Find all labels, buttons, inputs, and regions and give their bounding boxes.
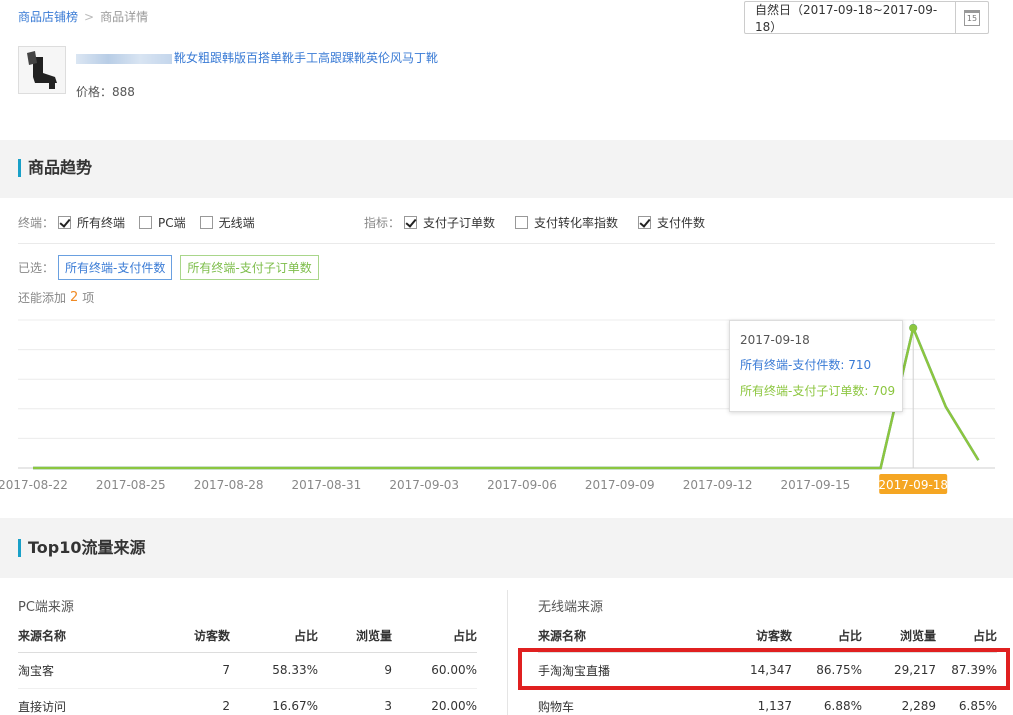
checkbox-label: 支付转化率指数 bbox=[534, 216, 619, 230]
divider bbox=[18, 243, 995, 244]
x-tick-label: 2017-09-18 bbox=[878, 478, 948, 492]
selected-label: 已选： bbox=[18, 261, 55, 275]
breadcrumb-separator: > bbox=[84, 10, 95, 24]
x-tick-label: 2017-08-31 bbox=[292, 478, 362, 492]
checkbox-all-terminals[interactable]: 所有终端 bbox=[58, 214, 125, 231]
cell-visitors: 1,137 bbox=[658, 688, 792, 715]
metric-label: 指标： bbox=[364, 216, 401, 230]
mobile-source-title: 无线端来源 bbox=[538, 600, 604, 615]
terminal-label: 终端： bbox=[18, 216, 55, 230]
hint-prefix: 还能添加 bbox=[18, 291, 67, 305]
breadcrumb-link-shop-rank[interactable]: 商品店铺榜 bbox=[18, 10, 78, 24]
tooltip-series-2: 所有终端-支付子订单数: 709 bbox=[740, 384, 896, 398]
checkbox-icon bbox=[404, 216, 418, 229]
cell-pageviews: 9 bbox=[318, 652, 392, 689]
cell-share: 16.67% bbox=[230, 688, 318, 715]
product-price: 价格：888 bbox=[76, 83, 135, 100]
breadcrumb: 商品店铺榜 > 商品详情 bbox=[18, 8, 148, 25]
checkbox-label: 无线端 bbox=[218, 216, 255, 230]
cell-visitors: 2 bbox=[138, 688, 230, 715]
product-thumbnail[interactable] bbox=[18, 46, 66, 94]
checkbox-icon bbox=[58, 216, 72, 229]
cell-share: 6.85% bbox=[936, 688, 997, 715]
checkbox-icon bbox=[515, 216, 529, 229]
trend-section-header: 商品趋势 bbox=[0, 140, 1013, 198]
metric-filter: 指标： 支付子订单数 支付转化率指数 支付件数 bbox=[364, 214, 719, 231]
boot-icon bbox=[19, 47, 65, 93]
x-tick-label: 2017-08-25 bbox=[96, 478, 166, 492]
col-visitors[interactable]: 访客数 bbox=[138, 620, 230, 653]
price-label: 价格： bbox=[76, 85, 113, 99]
cell-pageviews: 3 bbox=[318, 688, 392, 715]
checkbox-conversion-index[interactable]: 支付转化率指数 bbox=[515, 214, 618, 231]
price-value: 888 bbox=[112, 85, 135, 99]
col-pageviews[interactable]: 浏览量 bbox=[318, 620, 392, 653]
top10-section-header: Top10流量来源 bbox=[0, 518, 1013, 578]
x-tick-label: 2017-09-15 bbox=[781, 478, 851, 492]
tooltip-date: 2017-09-18 bbox=[740, 333, 810, 347]
col-visitor-share[interactable]: 占比 bbox=[230, 620, 318, 653]
checkbox-label: 所有终端 bbox=[77, 216, 126, 230]
checkbox-label: 支付件数 bbox=[657, 216, 706, 230]
product-title-link[interactable]: 靴女粗跟韩版百搭单靴手工高跟踝靴英伦风马丁靴 bbox=[76, 49, 476, 66]
checkbox-paid-items[interactable]: 支付件数 bbox=[638, 214, 705, 231]
x-tick-label: 2017-09-06 bbox=[487, 478, 557, 492]
cell-source: 直接访问 bbox=[18, 688, 138, 715]
cell-visitors: 7 bbox=[138, 652, 230, 689]
x-tick-label: 2017-09-12 bbox=[683, 478, 753, 492]
checkbox-label: PC端 bbox=[158, 216, 186, 230]
pc-source-table: 来源名称 访客数 占比 浏览量 占比 淘宝客 7 58.33% 9 60.00%… bbox=[18, 620, 477, 715]
cell-source: 购物车 bbox=[538, 688, 658, 715]
selected-tag-paid-items[interactable]: 所有终端-支付件数 bbox=[58, 255, 173, 280]
checkbox-wireless[interactable]: 无线端 bbox=[199, 214, 255, 231]
table-row[interactable]: 直接访问 2 16.67% 3 20.00% bbox=[18, 688, 477, 715]
series-point-2 bbox=[909, 324, 918, 333]
column-divider bbox=[507, 590, 508, 715]
x-tick-label: 2017-08-22 bbox=[0, 478, 68, 492]
cell-share: 6.88% bbox=[792, 688, 862, 715]
checkbox-pc[interactable]: PC端 bbox=[139, 214, 186, 231]
section-title: 商品趋势 bbox=[18, 159, 92, 177]
cell-share: 20.00% bbox=[392, 688, 477, 715]
hint-suffix: 项 bbox=[82, 291, 95, 305]
hint-count: 2 bbox=[70, 290, 79, 305]
red-highlight-box bbox=[518, 648, 1010, 690]
calendar-button[interactable]: 15 bbox=[955, 2, 988, 33]
checkbox-label: 支付子订单数 bbox=[423, 216, 496, 230]
add-more-hint: 还能添加 2 项 bbox=[18, 289, 94, 306]
cell-share: 60.00% bbox=[392, 652, 477, 689]
checkbox-icon bbox=[638, 216, 652, 229]
breadcrumb-current: 商品详情 bbox=[100, 10, 149, 24]
checkbox-icon bbox=[199, 216, 213, 229]
checkbox-paid-suborders[interactable]: 支付子订单数 bbox=[404, 214, 495, 231]
table-row[interactable]: 购物车 1,137 6.88% 2,289 6.85% bbox=[538, 688, 997, 715]
x-tick-label: 2017-08-28 bbox=[194, 478, 264, 492]
product-title: 靴女粗跟韩版百搭单靴手工高跟踝靴英伦风马丁靴 bbox=[174, 51, 439, 65]
cell-pageviews: 2,289 bbox=[862, 688, 936, 715]
selected-tag-paid-suborders[interactable]: 所有终端-支付子订单数 bbox=[180, 255, 319, 280]
col-pageview-share[interactable]: 占比 bbox=[392, 620, 477, 653]
cell-source: 淘宝客 bbox=[18, 652, 138, 689]
x-tick-label: 2017-09-09 bbox=[585, 478, 655, 492]
table-row[interactable]: 淘宝客 7 58.33% 9 60.00% bbox=[18, 652, 477, 689]
terminal-filter: 终端： 所有终端 PC端 无线端 bbox=[18, 214, 269, 231]
table-header-row: 来源名称 访客数 占比 浏览量 占比 bbox=[18, 620, 477, 653]
x-tick-label: 2017-09-03 bbox=[389, 478, 459, 492]
chart-tooltip: 2017-09-18 所有终端-支付件数: 710 所有终端-支付子订单数: 7… bbox=[729, 320, 903, 412]
cell-share: 58.33% bbox=[230, 652, 318, 689]
col-source-name[interactable]: 来源名称 bbox=[18, 620, 138, 653]
pc-source-title: PC端来源 bbox=[18, 600, 74, 615]
blurred-text bbox=[76, 53, 172, 64]
selected-metrics: 已选： 所有终端-支付件数 所有终端-支付子订单数 bbox=[18, 255, 327, 280]
date-range-text: 自然日（2017-09-18~2017-09-18） bbox=[755, 2, 938, 34]
tooltip-series-1: 所有终端-支付件数: 710 bbox=[740, 358, 872, 372]
checkbox-icon bbox=[139, 216, 153, 229]
calendar-icon: 15 bbox=[964, 9, 980, 26]
date-range-picker[interactable]: 自然日（2017-09-18~2017-09-18） 15 bbox=[744, 1, 989, 34]
section-title: Top10流量来源 bbox=[18, 539, 146, 557]
